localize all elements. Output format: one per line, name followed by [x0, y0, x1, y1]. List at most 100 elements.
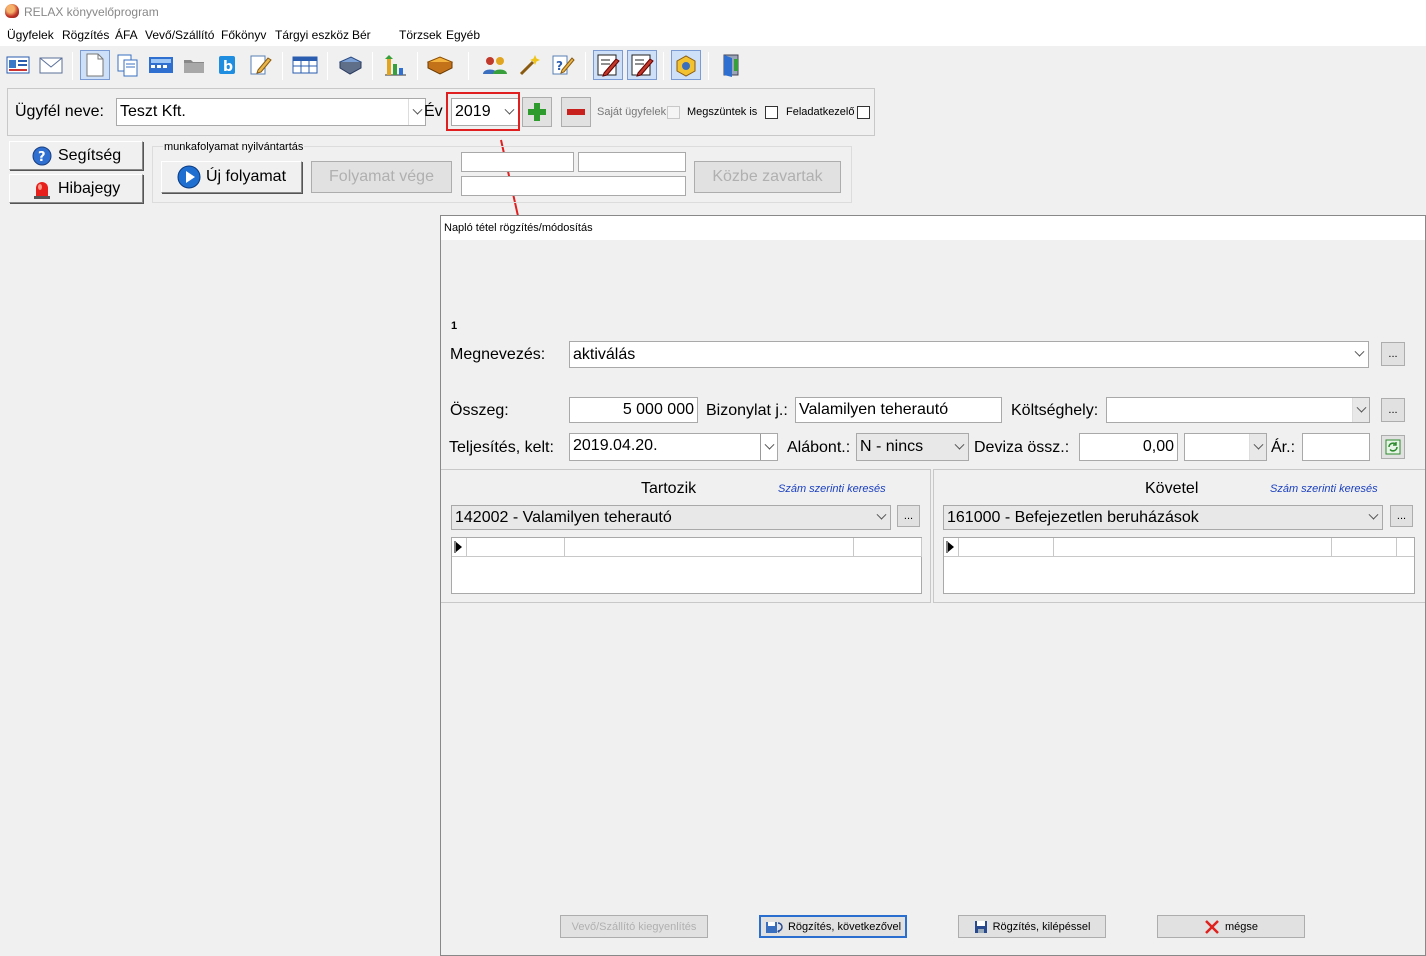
date-picker[interactable]: 2019.04.20. [569, 433, 778, 461]
edit-document-icon[interactable] [245, 50, 275, 80]
name-combo[interactable]: aktiválás [569, 341, 1369, 368]
menu-ber[interactable]: Bér [352, 28, 371, 42]
new-workflow-button[interactable]: Új folyamat [161, 161, 302, 193]
calculator-icon[interactable] [146, 50, 176, 80]
journal-edit-alt-icon[interactable] [627, 50, 657, 80]
chevron-down-icon[interactable] [1351, 342, 1368, 367]
cost-center-combo[interactable] [1106, 397, 1370, 423]
workflow-field-3[interactable] [461, 176, 686, 196]
workflow-group-label: munkafolyamat nyilvántartás [163, 141, 305, 153]
client-name-label: Ügyfél neve: [15, 103, 104, 120]
add-year-button[interactable] [522, 97, 552, 127]
bug-report-button[interactable]: Hibajegy [9, 174, 143, 203]
table-row[interactable] [944, 538, 1414, 557]
credit-grid[interactable] [943, 537, 1415, 594]
credit-search-link[interactable]: Szám szerinti keresés [1270, 483, 1378, 495]
table-row[interactable] [452, 538, 922, 557]
end-workflow-button[interactable]: Folyamat vége [311, 161, 452, 193]
interrupted-button[interactable]: Közbe zavartak [694, 161, 841, 193]
users-icon[interactable] [481, 50, 511, 80]
chevron-down-icon[interactable] [1365, 506, 1382, 529]
chevron-down-icon[interactable] [951, 434, 968, 460]
menu-rogzites[interactable]: Rögzítés [62, 28, 109, 42]
debit-search-link[interactable]: Szám szerinti keresés [778, 483, 886, 495]
subaccount-label: Alábont.: [787, 439, 851, 456]
year-label: Év [424, 103, 443, 120]
menu-fokonyv[interactable]: Főkönyv [221, 28, 266, 42]
workflow-field-1[interactable] [461, 152, 574, 172]
table-grid-icon[interactable] [290, 50, 320, 80]
bar-chart-icon[interactable] [380, 50, 410, 80]
help-button[interactable]: ? Segítség [9, 141, 143, 170]
interrupted-label: Közbe zavartak [712, 168, 823, 185]
fx-amount-label: Deviza össz.: [974, 439, 1070, 456]
debit-browse-button[interactable]: ... [897, 505, 920, 527]
client-card-icon[interactable] [3, 50, 33, 80]
subaccount-combo[interactable]: N - nincs [856, 433, 969, 461]
magic-wand-icon[interactable] [514, 50, 544, 80]
bug-report-label: Hibajegy [58, 179, 121, 197]
cancel-button[interactable]: mégse [1157, 915, 1305, 938]
help-label: Segítség [58, 146, 122, 164]
rate-label: Ár.: [1271, 439, 1296, 456]
own-clients-label: Saját ügyfelek [597, 106, 667, 118]
b-letter-icon[interactable]: b [212, 50, 242, 80]
end-workflow-label: Folyamat vége [329, 168, 434, 185]
folder-gray-icon[interactable] [179, 50, 209, 80]
reconcile-button[interactable]: Vevő/Szállító kiegyenlítés [560, 915, 708, 938]
mail-icon[interactable] [36, 50, 66, 80]
menu-egyeb[interactable]: Egyéb [446, 28, 480, 42]
new-document-icon[interactable] [80, 50, 110, 80]
task-manager-label: Feladatkezelő [786, 106, 855, 118]
menu-ugyfelek[interactable]: Ügyfelek [7, 28, 54, 42]
amount-field[interactable]: 5 000 000 [569, 397, 698, 423]
exit-door-icon[interactable] [716, 50, 746, 80]
menu-targyi-eszkoz[interactable]: Tárgyi eszköz [275, 28, 349, 42]
terminated-checkbox[interactable] [765, 106, 778, 119]
task-manager-checkbox[interactable] [857, 106, 870, 119]
copy-documents-icon[interactable] [113, 50, 143, 80]
journal-edit-icon[interactable] [593, 50, 623, 80]
window-titlebar: RELAX könyvelőprogram [0, 0, 1426, 24]
svg-text:b: b [223, 59, 233, 75]
chevron-down-icon[interactable] [408, 99, 425, 125]
debit-account-combo[interactable]: 142002 - Valamilyen teherautó [451, 505, 891, 530]
credit-browse-button[interactable]: ... [1390, 505, 1413, 527]
debit-grid[interactable] [451, 537, 922, 594]
toolbar: b ? [0, 46, 1426, 86]
chevron-down-icon[interactable] [1352, 398, 1369, 422]
orange-book-icon[interactable] [425, 50, 455, 80]
menu-torzsek[interactable]: Törzsek [399, 28, 442, 42]
question-edit-icon[interactable]: ? [548, 50, 578, 80]
client-name-combo[interactable]: Teszt Kft. [116, 98, 426, 126]
settings-box-icon[interactable] [671, 50, 701, 80]
own-clients-checkbox[interactable] [667, 106, 680, 119]
app-icon [5, 4, 19, 18]
book-icon[interactable] [335, 50, 365, 80]
reconcile-label: Vevő/Szállító kiegyenlítés [571, 920, 697, 933]
new-workflow-label: Új folyamat [206, 168, 287, 185]
credit-account-combo[interactable]: 161000 - Befejezetlen beruházások [943, 505, 1383, 530]
refresh-rate-button[interactable] [1381, 435, 1405, 459]
save-exit-button[interactable]: Rögzítés, kilépéssel [958, 915, 1106, 938]
cost-center-browse-button[interactable]: ... [1381, 398, 1405, 422]
fx-amount-field[interactable]: 0,00 [1079, 433, 1178, 461]
save-next-button[interactable]: Rögzítés, következővel [759, 915, 907, 938]
name-browse-button[interactable]: ... [1381, 342, 1405, 366]
debit-account-value: 142002 - Valamilyen teherautó [455, 508, 672, 526]
workflow-field-2[interactable] [578, 152, 686, 172]
calendar-dropdown-icon[interactable] [760, 434, 777, 460]
remove-year-button[interactable] [561, 97, 591, 127]
voucher-field[interactable]: Valamilyen teherautó [795, 397, 1002, 423]
menu-afa[interactable]: ÁFA [115, 28, 138, 42]
cancel-label: mégse [1224, 920, 1259, 933]
menu-vevo-szallito[interactable]: Vevő/Szállító [145, 28, 214, 42]
window-title: RELAX könyvelőprogram [24, 5, 159, 19]
chevron-down-icon[interactable] [873, 506, 890, 529]
rate-field[interactable] [1302, 433, 1370, 461]
refresh-icon [1385, 439, 1401, 455]
chevron-down-icon[interactable] [1249, 434, 1266, 460]
amount-label: Összeg: [450, 402, 509, 419]
cost-center-label: Költséghely: [1011, 402, 1099, 419]
currency-combo[interactable] [1184, 433, 1267, 461]
